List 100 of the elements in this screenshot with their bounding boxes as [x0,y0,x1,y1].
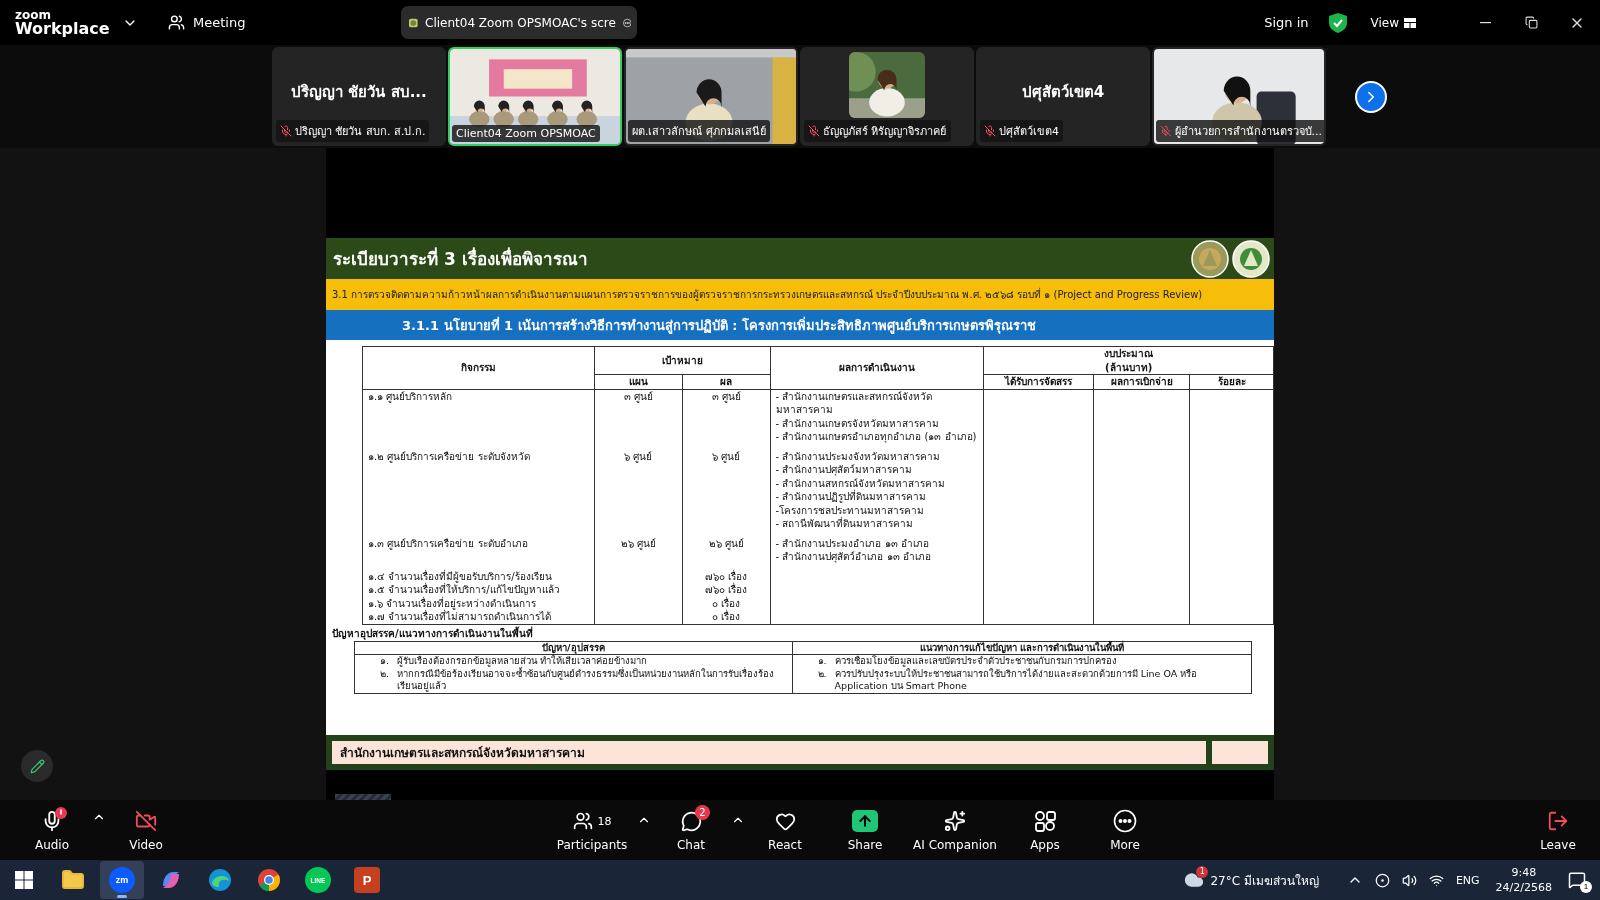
edge-icon [208,868,232,892]
logo-text: Workplace [15,20,111,37]
thumbnail-strip [335,794,391,800]
sign-in-link[interactable]: Sign in [1264,15,1309,30]
column-header: เป้าหมาย [594,346,771,375]
leave-button[interactable]: Leave [1528,803,1588,857]
table-cell-text: ๑.๑ ศูนย์บริการหลัก [368,389,454,403]
muted-mic-icon [808,125,820,137]
sparkle-icon [944,810,966,832]
table-cell-text: - สำนักงานประมงอำเภอ ๑๓ อำเภอ [775,536,930,550]
taskbar-app[interactable]: P [345,861,389,899]
column-header: งบประมาณ (ล้านบาท) [983,346,1274,375]
table-cell-text: ๑.๓ ศูนย์บริการเครือข่าย ระดับอำเภอ [368,536,529,550]
column-header: ผลการเบิกจ่าย [1093,374,1190,389]
table-cell-text: ผู้รับเรื่องต้องกรอกข้อมูลหลายส่วน ทำให้เสียเวลาค่อยข้างมาก [397,655,649,667]
logo-text: zoom [15,8,52,21]
windows-icon [15,871,33,889]
audio-button[interactable]: Audio [12,803,92,857]
shield-check-icon [1328,12,1347,33]
table-cell-text: - สำนักงานปศุสัตว์อำเภอ ๑๓ อำเภอ [775,550,932,564]
muted-mic-icon [984,125,996,137]
table-cell: ๒๖ ศูนย์ [708,537,744,549]
screen-share-pill[interactable]: Client04 Zoom OPSMOAC's scre [401,6,638,39]
participant-name: ปริญญา ชัยวัน สบก. ส.ป.ก. [295,124,426,140]
unread-count: 2 [695,805,710,820]
table-cell-text: ๑.๔ จำนวนเรื่องที่มีผู้ขอรับบริการ/ร้องเรียน [368,569,552,583]
folder-icon [61,868,85,892]
list-number: ๒. [816,667,828,680]
table-cell: ๒๖ ศูนย์ [620,537,656,549]
participant-name: ปศุสัตว์เขต4 [999,124,1059,140]
blank-panel [1212,741,1268,764]
column-header: ปัญหา/อุปสรรค [354,641,793,655]
chrome-icon [257,868,281,892]
participant-name: ปริญญา ชัยวัน สบ... [291,81,427,103]
people-icon [168,14,185,31]
table-cell: ๓ ศูนย์ [711,390,741,402]
participant-name: ผต.เสาวลักษณ์ ศุภกมลเสนีย์ [632,124,766,140]
table-cell-text: -โครงการชลประทานมหาสารคาม [775,503,926,516]
table-cell-text: ๑.๖ จำนวนเรื่องที่อยู่ระหว่างดำเนินการ [368,596,537,610]
column-header: ร้อยละ [1189,374,1274,389]
table-cell: ๖ ศูนย์ [624,450,653,462]
table-cell: ๗๖๐ เรื่อง [705,570,748,582]
policy-heading: 3.1.1 นโยบายที่ 1 เน้นการสร้างวิธีการทำงานสู่การปฏิบัติ : โครงการเพิ่มประสิทธิภาพศูนย์บริการเกษตรพิรุณราช [402,315,1036,336]
apps-button[interactable]: Apps [1005,803,1085,857]
view-button[interactable]: View [1364,14,1422,31]
table-cell-text: - สำนักงานปฏิรูปที่ดินมหาสารคาม [775,490,928,504]
list-number: ๑. [816,655,828,668]
more-icon [1113,809,1137,833]
column-header: แผน [594,374,683,389]
column-header: กิจกรรม [362,346,595,389]
video-button[interactable]: Video [106,803,186,857]
taskbar-app[interactable]: zm [100,861,144,899]
participants-button[interactable]: 18 Participants [547,803,637,857]
annotate-button[interactable] [21,750,53,782]
table-cell: ๗๖๐ เรื่อง [705,584,748,595]
table-cell: ๖ ศูนย์ [712,450,741,462]
participant-name: ธัญญภัสร์ หิรัญญาจิรภาคย์ [823,124,947,140]
meeting-button[interactable]: Meeting [164,10,250,35]
apps-icon [1034,810,1056,832]
slide-title: ระเบียบวาระที่ 3 เรื่องเพื่อพิจารณา [333,246,589,271]
notification-count: 1 [1580,881,1592,893]
muted-mic-icon [1160,125,1172,137]
muted-mic-icon [280,125,292,137]
participants-icon [572,811,593,831]
table-cell-text: - สำนักงานเกษตรจังหวัดมหาสารคาม [775,416,941,430]
pencil-icon [29,758,45,774]
participant-name: Client04 Zoom OPSMOAC [456,127,596,140]
column-header: ได้รับการจัดสรร [983,374,1094,389]
table-cell-text: ควรปรับปรุงระบบให้ประชาชนสามารถใช้บริการได้ง่ายและสะดวกด้วยการมี Line OA หรือ Application บน Smart Phone [834,667,1199,693]
language-indicator[interactable]: ENG [1455,873,1480,887]
table-cell-text: - สำนักงานสหกรณ์จังหวัดมหาสารคาม [775,476,947,489]
table-cell-text: - สำนักงานเกษตรอำเภอทุกอำเภอ (๑๓ อำเภอ) [775,430,978,444]
chat-icon [680,810,702,832]
table-cell-text: ๑.๒ ศูนย์บริการเครือข่าย ระดับจังหวัด [368,449,531,463]
table-cell-text: หากกรณีมีข้อร้องเรียนอาจจะซ้ำซ้อนกับศูนย์ดำรงธรรมซึ่งเป็นหน่วยงานหลักในการรับเรื่องร้องเรียนอยู่แล้ว [397,667,775,693]
table-cell: ๓ ศูนย์ [623,390,653,402]
restore-icon [1524,16,1538,29]
more-button[interactable]: More [1085,803,1165,857]
video-off-icon [135,810,157,832]
table-cell-text: - สถานีพัฒนาที่ดินมหาสารคาม [775,517,915,531]
exit-icon [1547,810,1569,832]
column-header: ผลการดำเนินงาน [770,346,984,389]
office-name: สำนักงานเกษตรและสหกรณ์จังหวัดมหาสารคาม [340,745,585,762]
participant-name: ปศุสัตว์เขต4 [1021,81,1105,104]
list-number: ๑. [378,655,390,668]
list-number: ๒. [378,667,390,680]
table-cell: ๐ เรื่อง [712,611,741,622]
clock[interactable]: 9:48 24/2/2568 [1489,865,1558,895]
share-icon [852,810,878,832]
column-header: แนวทางการแก้ไขปัญหา และการดำเนินงานในพื้นที่ [792,641,1252,655]
powerpoint-icon: P [354,867,380,893]
react-button[interactable]: React [745,803,825,857]
table-cell-text: ควรเชื่อมโยงข้อมูลและเลขบัตรประจำตัวประชาชนกับกรมการปกครอง [834,655,1117,667]
table-cell-text: - สำนักงานปศุสัตว์มหาสารคาม [775,463,914,477]
chat-button[interactable]: Chat 2 [651,803,731,857]
section-label: ปัญหาอุปสรรค/แนวทางการดำเนินงานในพื้นที่ [332,625,534,641]
ai-companion-button[interactable]: AI Companion [905,803,1005,857]
next-page-button[interactable] [1355,80,1387,113]
table-cell-text: - สำนักงานประมงจังหวัดมหาสารคาม [775,449,942,463]
share-button[interactable]: Share [825,803,905,857]
